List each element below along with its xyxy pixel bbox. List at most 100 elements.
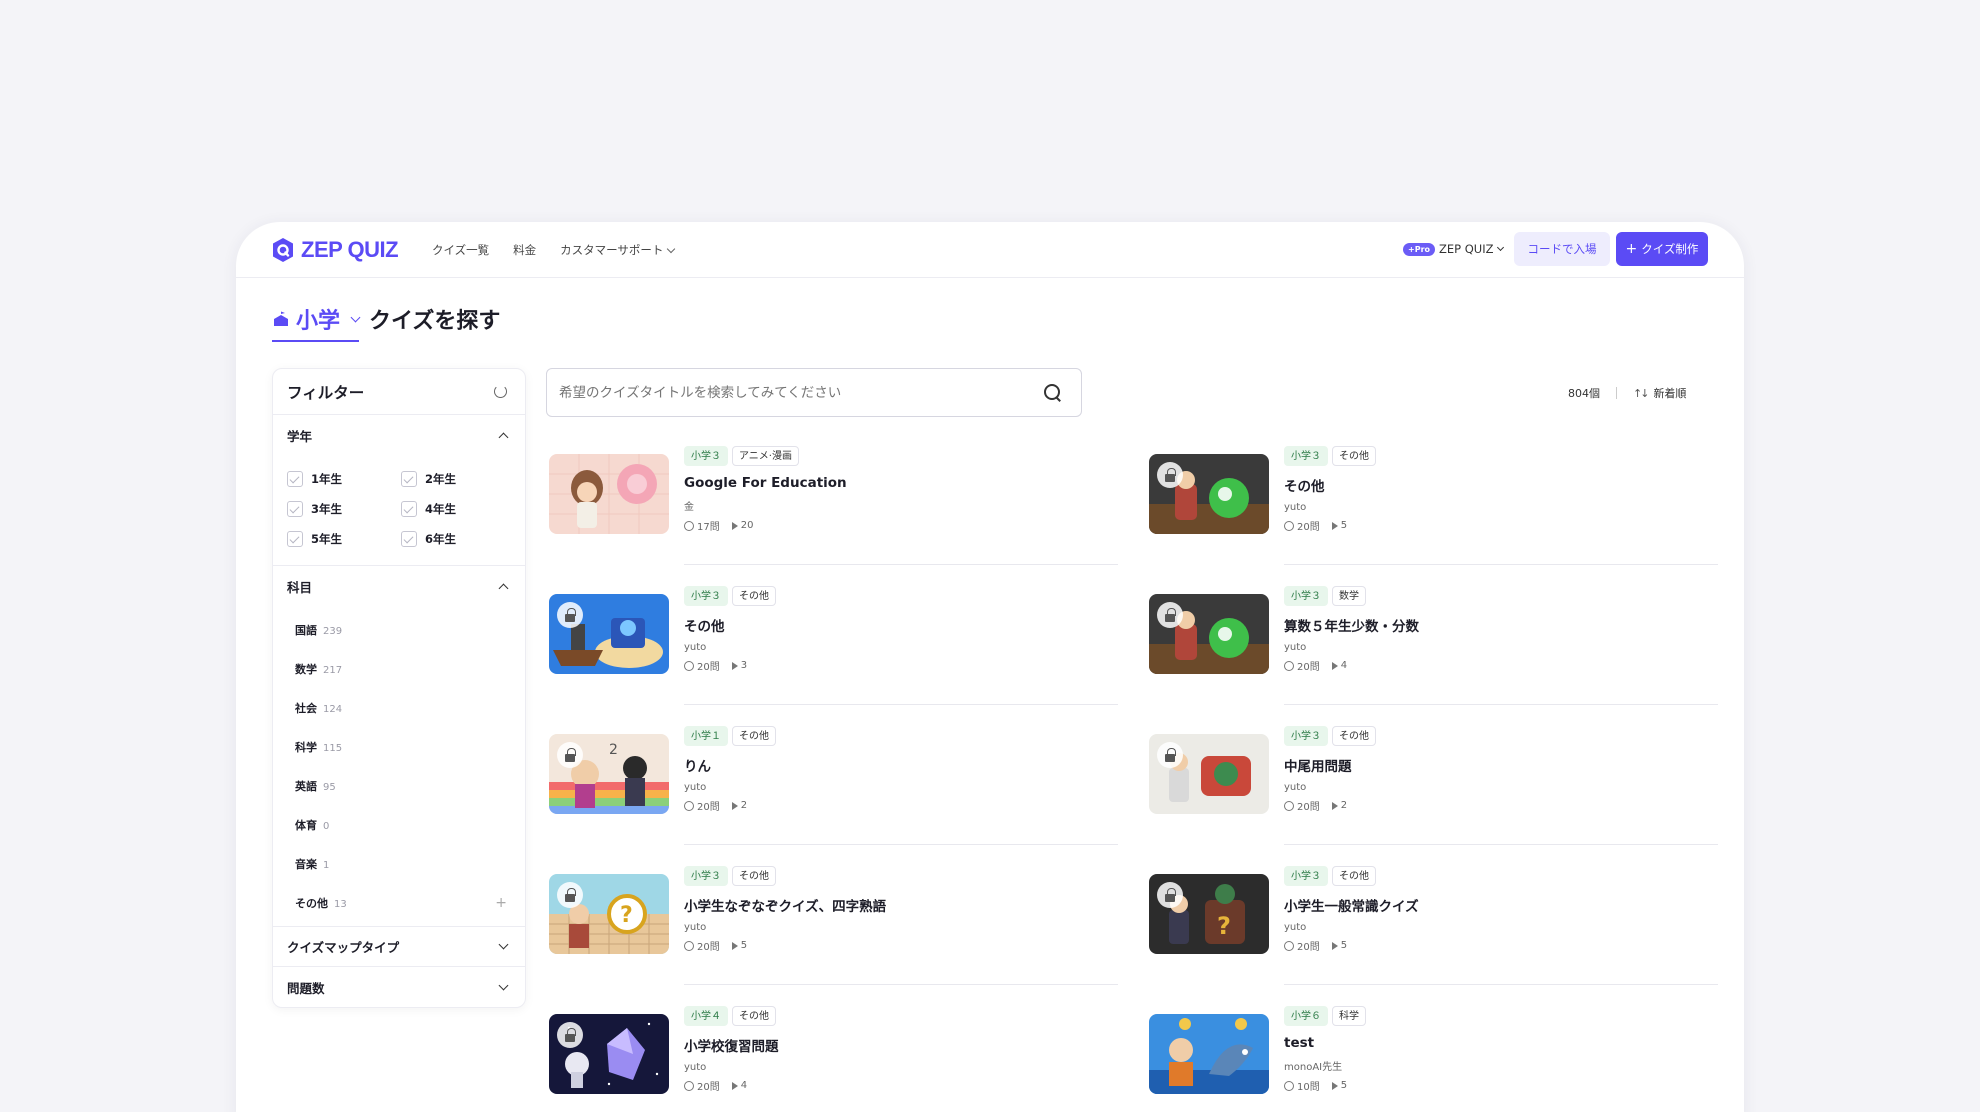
- lock-icon: [557, 1022, 583, 1048]
- play-icon: [731, 661, 738, 670]
- quiz-card[interactable]: 小学６ 科学 test monoAI先生 10問 5: [1146, 1006, 1718, 1112]
- quiz-card[interactable]: 小学４ その他 小学校復習問題 yuto 20問 4: [546, 1006, 1118, 1112]
- checkbox-icon: [287, 531, 303, 547]
- checkbox-icon: [287, 471, 303, 487]
- grade-checkbox-1[interactable]: 1年生: [287, 471, 401, 487]
- grade-section-title: 学年: [287, 428, 313, 444]
- pro-selector[interactable]: +Pro ZEP QUIZ: [1403, 242, 1504, 256]
- quiz-card[interactable]: ? 小学３ その他 小学生一般常識クイズ yuto 20問 5: [1146, 866, 1718, 1006]
- quiz-info: 小学３ その他 その他 yuto 20問 5: [1284, 446, 1718, 533]
- quiz-info: 小学３ アニメ·漫画 Google For Education 金 17問 20: [684, 446, 1118, 533]
- quiz-info: 小学４ その他 小学校復習問題 yuto 20問 4: [684, 1006, 1118, 1093]
- grade-checkbox-4[interactable]: 4年生: [401, 501, 515, 517]
- subject-count: 239: [323, 625, 343, 637]
- grade-checkbox-3[interactable]: 3年生: [287, 501, 401, 517]
- reset-icon[interactable]: [494, 385, 507, 398]
- create-quiz-button[interactable]: + クイズ制作: [1616, 232, 1708, 266]
- nav-customer-support-label: カスタマーサポート: [560, 243, 664, 257]
- play-icon: [1331, 941, 1338, 950]
- quiz-card[interactable]: 2 小学１ その他 りん yuto 20問 2: [546, 726, 1118, 866]
- sort-icon: ↑↓: [1633, 386, 1650, 400]
- quiz-title: test: [1284, 1035, 1315, 1051]
- divider: [684, 844, 1118, 845]
- chevron-down-icon: [498, 939, 509, 950]
- quiz-thumbnail: 2: [549, 734, 669, 814]
- quiz-card[interactable]: 小学３ その他 中尾用問題 yuto 20問 2: [1146, 726, 1718, 866]
- quiz-card[interactable]: ? 小学３ その他 小学生なぞなぞクイズ、四字熟語 yuto 20問 5: [546, 866, 1118, 1006]
- grade-tag: 小学３: [684, 586, 728, 606]
- grade-label: 1年生: [311, 472, 343, 486]
- chevron-down-icon: [1496, 243, 1504, 252]
- subject-name: 英語: [295, 779, 317, 793]
- grade-selector[interactable]: 小学: [272, 302, 361, 342]
- question-count-section-header[interactable]: 問題数: [273, 967, 525, 1007]
- subject-name: 科学: [295, 740, 317, 754]
- nav-quiz-list[interactable]: クイズ一覧: [432, 242, 489, 258]
- question-icon: [1284, 660, 1294, 671]
- grade-selector-label: 小学: [296, 309, 341, 334]
- grade-tag: 小学３: [684, 866, 728, 886]
- search-input[interactable]: [559, 384, 999, 401]
- subject-count: 0: [323, 820, 330, 832]
- nav-customer-support[interactable]: カスタマーサポート: [560, 242, 676, 258]
- quiz-title: その他: [684, 619, 725, 635]
- subject-item[interactable]: 体育 0: [273, 805, 525, 844]
- grade-section-header[interactable]: 学年: [273, 415, 525, 455]
- play-count: 5: [1340, 520, 1348, 531]
- quiz-title: 小学校復習問題: [684, 1039, 779, 1055]
- nav-pricing[interactable]: 料金: [513, 242, 536, 258]
- quiz-card[interactable]: 小学３ その他 その他 yuto 20問 3: [546, 586, 1118, 726]
- quiz-card[interactable]: 小学３ その他 その他 yuto 20問 5: [1146, 446, 1718, 586]
- subject-item[interactable]: 科学 115: [273, 727, 525, 766]
- logo[interactable]: ZEP QUIZ: [272, 234, 399, 266]
- grade-tag: 小学４: [684, 1006, 728, 1026]
- category-tag: その他: [1332, 866, 1376, 886]
- map-type-section-header[interactable]: クイズマップタイプ: [273, 927, 525, 967]
- question-count: 20問: [697, 802, 720, 813]
- quiz-thumbnail: [1149, 1014, 1269, 1094]
- sort-button[interactable]: ↑↓ 新着順: [1633, 385, 1686, 401]
- divider: [1616, 387, 1617, 399]
- main-nav: クイズ一覧 料金 カスタマーサポート: [432, 242, 676, 258]
- play-count: 2: [740, 800, 748, 811]
- checkbox-icon: [287, 501, 303, 517]
- plus-icon[interactable]: +: [495, 895, 507, 911]
- grade-checkbox-2[interactable]: 2年生: [401, 471, 515, 487]
- pro-label: ZEP QUIZ: [1439, 242, 1494, 256]
- svg-text:?: ?: [620, 903, 633, 928]
- quiz-card[interactable]: 小学３ アニメ·漫画 Google For Education 金 17問 20: [546, 446, 1118, 586]
- divider: [1284, 564, 1718, 565]
- filter-panel: フィルター 学年 1年生 2年生 3年生 4年生 5年生 6年生 科目 国語 23…: [272, 368, 526, 1008]
- subject-item[interactable]: 社会 124: [273, 688, 525, 727]
- grade-checkboxes: 1年生 2年生 3年生 4年生 5年生 6年生: [273, 455, 525, 566]
- top-header: ZEP QUIZ クイズ一覧 料金 カスタマーサポート +Pro ZEP QUI…: [236, 222, 1744, 278]
- category-tag: 数学: [1332, 586, 1366, 606]
- quiz-title: Google For Education: [684, 475, 847, 491]
- quiz-grid: 小学３ アニメ·漫画 Google For Education 金 17問 20 小: [546, 446, 1718, 1112]
- grade-tag: 小学３: [1284, 446, 1328, 466]
- grade-checkbox-5[interactable]: 5年生: [287, 531, 401, 547]
- quiz-info: 小学３ その他 小学生一般常識クイズ yuto 20問 5: [1284, 866, 1718, 953]
- question-icon: [1284, 940, 1294, 951]
- subject-item[interactable]: 数学 217: [273, 649, 525, 688]
- quiz-thumbnail: [549, 454, 669, 534]
- category-tag: その他: [732, 1006, 776, 1026]
- lock-icon: [557, 602, 583, 628]
- lock-icon: [1157, 602, 1183, 628]
- subject-list: 国語 239 数学 217 社会 124 科学 115 英語 95 体育 0 音楽 1 その他…: [273, 606, 525, 927]
- question-count: 10問: [1297, 1082, 1320, 1093]
- play-icon: [731, 941, 738, 950]
- subject-section-header[interactable]: 科目: [273, 566, 525, 606]
- enter-code-button[interactable]: コードで入場: [1514, 232, 1610, 266]
- search-icon[interactable]: [1044, 384, 1061, 401]
- divider: [1284, 704, 1718, 705]
- quiz-card[interactable]: 小学３ 数学 算数５年生少数・分数 yuto 20問 4: [1146, 586, 1718, 726]
- quiz-thumbnail: [1149, 734, 1269, 814]
- subject-item[interactable]: 音楽 1: [273, 844, 525, 883]
- subject-item[interactable]: 国語 239: [273, 610, 525, 649]
- quiz-info: 小学６ 科学 test monoAI先生 10問 5: [1284, 1006, 1718, 1093]
- grade-checkbox-6[interactable]: 6年生: [401, 531, 515, 547]
- subject-item[interactable]: その他 13 +: [273, 883, 525, 922]
- subject-item[interactable]: 英語 95: [273, 766, 525, 805]
- category-tag: その他: [1332, 446, 1376, 466]
